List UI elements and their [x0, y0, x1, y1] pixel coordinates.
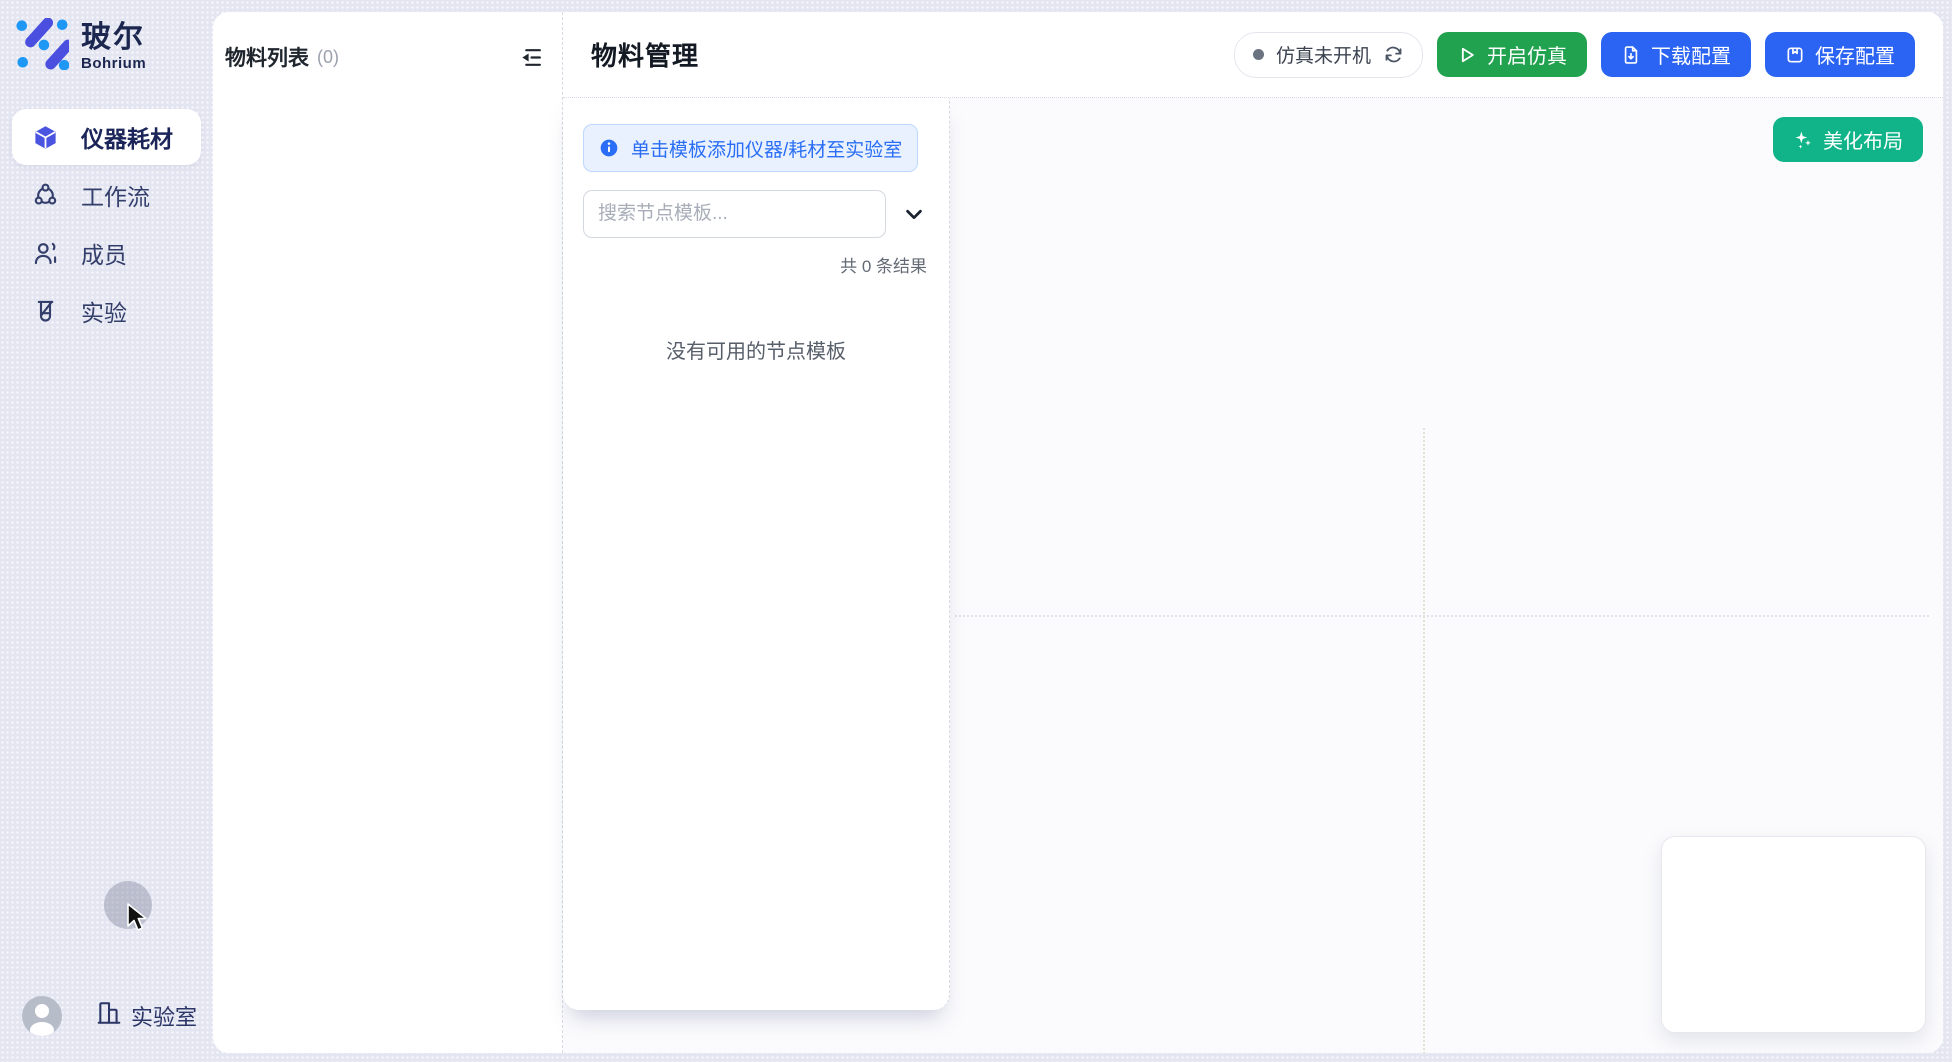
status-dot-icon	[1253, 49, 1264, 60]
workflow-icon	[32, 182, 59, 209]
page-header: 物料管理 仿真未开机	[563, 12, 1943, 98]
simulation-status-pill[interactable]: 仿真未开机	[1234, 32, 1423, 78]
sidebar-item-instruments[interactable]: 仪器耗材	[12, 109, 201, 165]
cube-icon	[32, 124, 59, 151]
sidebar-item-workflow[interactable]: 工作流	[12, 167, 201, 223]
play-icon	[1457, 45, 1477, 65]
collapse-panel-button[interactable]	[517, 43, 546, 72]
canvas-guide-horizontal	[955, 615, 1929, 617]
chevron-down-icon	[903, 203, 925, 225]
lab-switcher[interactable]: 实验室	[96, 1000, 197, 1032]
brand: 玻尔 Bohrium	[0, 0, 213, 75]
hint-banner: 单击模板添加仪器/耗材至实验室	[583, 124, 918, 172]
material-list-count: (0)	[317, 47, 339, 68]
sidebar-footer: 实验室	[0, 996, 213, 1036]
file-download-icon	[1621, 45, 1641, 65]
material-list-header: 物料列表 (0)	[213, 12, 562, 72]
save-config-button[interactable]: 保存配置	[1765, 32, 1915, 77]
brand-text: 玻尔 Bohrium	[81, 22, 146, 72]
bohrium-logo-icon	[15, 18, 69, 75]
hint-banner-text: 单击模板添加仪器/耗材至实验室	[631, 135, 902, 162]
brand-name-zh: 玻尔	[81, 22, 146, 54]
search-row	[583, 190, 929, 238]
beautify-layout-label: 美化布局	[1823, 125, 1903, 154]
node-template-panel: 单击模板添加仪器/耗材至实验室 共 0 条结果	[563, 98, 950, 1010]
avatar[interactable]	[22, 996, 62, 1036]
page-title: 物料管理	[591, 36, 699, 73]
sidebar-item-members[interactable]: 成员	[12, 225, 201, 281]
beautify-layout-button[interactable]: 美化布局	[1773, 117, 1923, 162]
sidebar-nav: 仪器耗材 工作流	[0, 109, 213, 339]
minimap-panel[interactable]	[1661, 836, 1926, 1033]
workspace-canvas[interactable]: 单击模板添加仪器/耗材至实验室 共 0 条结果	[563, 98, 1943, 1053]
canvas-guide-vertical	[1423, 428, 1425, 1053]
main-panel: 物料列表 (0) 物料管理 仿真未	[213, 12, 1943, 1053]
material-list-panel: 物料列表 (0)	[213, 12, 563, 1053]
download-config-label: 下载配置	[1651, 40, 1731, 69]
building-icon	[96, 1000, 122, 1032]
sidebar-item-label: 实验	[81, 294, 127, 328]
start-simulation-label: 开启仿真	[1487, 40, 1567, 69]
save-icon	[1785, 45, 1805, 65]
app-window: 玻尔 Bohrium 仪器耗材	[0, 0, 1952, 1062]
sidebar-item-label: 仪器耗材	[81, 120, 173, 154]
sidebar-item-experiment[interactable]: 实验	[12, 283, 201, 339]
experiment-icon	[32, 298, 59, 325]
refresh-icon[interactable]	[1383, 44, 1404, 65]
sparkles-icon	[1793, 130, 1813, 150]
empty-templates-text: 没有可用的节点模板	[563, 335, 949, 364]
brand-name-en: Bohrium	[81, 55, 146, 72]
header-actions: 仿真未开机	[1234, 32, 1915, 78]
members-icon	[32, 240, 59, 267]
main-column: 物料管理 仿真未开机	[563, 12, 1943, 1053]
sidebar-item-label: 工作流	[81, 178, 150, 212]
expand-filter-button[interactable]	[899, 199, 929, 229]
status-label: 仿真未开机	[1276, 41, 1371, 68]
result-count: 共 0 条结果	[563, 252, 949, 277]
sidebar-item-label: 成员	[81, 236, 127, 270]
search-input[interactable]	[583, 190, 886, 238]
save-config-label: 保存配置	[1815, 40, 1895, 69]
material-list-title: 物料列表	[225, 42, 309, 72]
info-icon	[599, 138, 619, 158]
lab-label: 实验室	[131, 1000, 197, 1032]
sidebar: 玻尔 Bohrium 仪器耗材	[0, 0, 213, 1062]
mouse-cursor	[127, 903, 151, 940]
download-config-button[interactable]: 下载配置	[1601, 32, 1751, 77]
start-simulation-button[interactable]: 开启仿真	[1437, 32, 1587, 77]
